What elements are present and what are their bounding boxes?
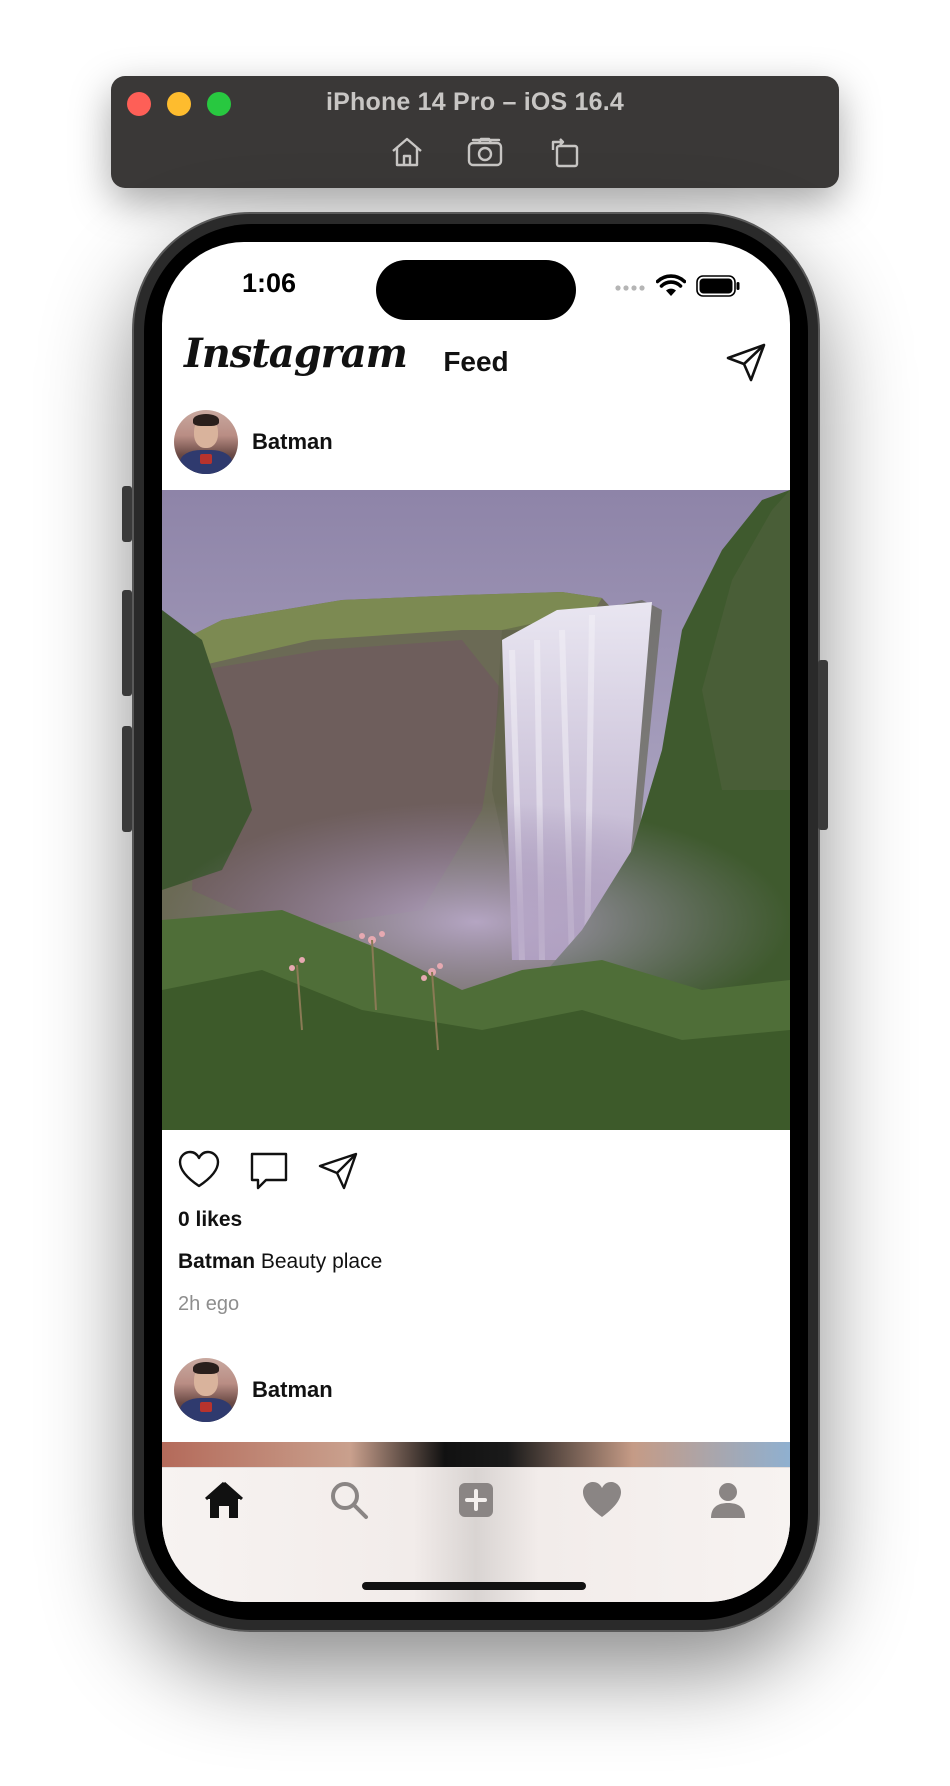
caption-username[interactable]: Batman <box>178 1250 255 1273</box>
post-timestamp: 2h ego <box>178 1293 240 1315</box>
power-button <box>818 660 828 830</box>
post-header[interactable]: Batman <box>174 1358 333 1422</box>
simulator-title-bar: iPhone 14 Pro – iOS 16.4 <box>111 76 839 188</box>
volume-up-button <box>122 590 132 696</box>
volume-down-button <box>122 726 132 832</box>
dynamic-island <box>376 260 576 320</box>
avatar[interactable] <box>174 410 238 474</box>
caption-text: Beauty place <box>255 1250 383 1273</box>
post-caption: Batman Beauty place <box>178 1250 382 1274</box>
wifi-icon <box>656 274 686 296</box>
add-post-icon[interactable] <box>454 1478 498 1522</box>
home-indicator[interactable] <box>362 1582 586 1590</box>
battery-icon <box>696 275 740 297</box>
post-actions <box>176 1148 362 1194</box>
share-icon[interactable] <box>316 1148 362 1194</box>
status-time: 1:06 <box>242 268 297 298</box>
comment-icon[interactable] <box>246 1148 292 1194</box>
post-username[interactable]: Batman <box>252 429 333 455</box>
screenshot-icon[interactable] <box>465 132 505 172</box>
paper-plane-icon[interactable] <box>724 340 768 384</box>
avatar[interactable] <box>174 1358 238 1422</box>
heart-icon[interactable] <box>176 1148 222 1194</box>
heart-icon[interactable] <box>580 1478 624 1522</box>
likes-count[interactable]: 0 likes <box>178 1208 242 1232</box>
home-icon[interactable] <box>387 132 427 172</box>
phone-screen: 1:06 Instagram Feed Batman 0 likes Batma… <box>162 242 790 1602</box>
status-icons <box>614 274 740 298</box>
signal-icon <box>615 285 645 291</box>
search-icon[interactable] <box>327 1478 371 1522</box>
home-icon[interactable] <box>202 1478 246 1522</box>
rotate-icon[interactable] <box>545 132 585 172</box>
simulator-title: iPhone 14 Pro – iOS 16.4 <box>326 88 624 116</box>
post-header[interactable]: Batman <box>174 410 333 474</box>
page-title: Feed <box>443 346 509 377</box>
post-username[interactable]: Batman <box>252 1377 333 1403</box>
post-image[interactable] <box>162 490 790 1130</box>
profile-icon[interactable] <box>706 1478 750 1522</box>
silent-switch <box>122 486 132 542</box>
